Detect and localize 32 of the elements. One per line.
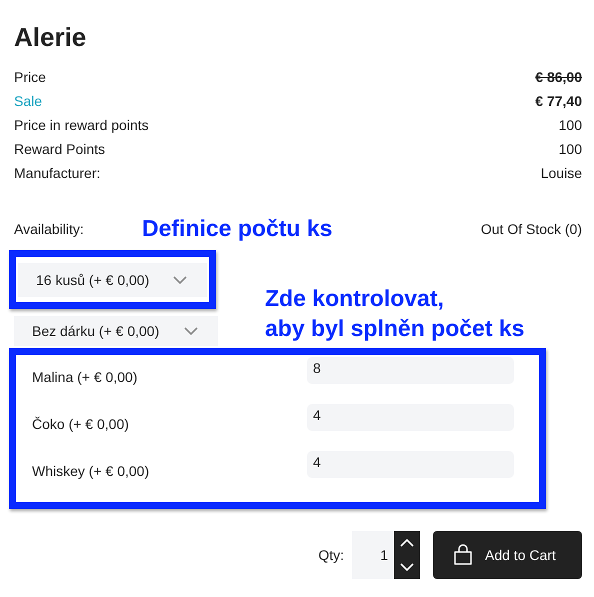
availability-label: Availability: [14, 221, 84, 237]
chevron-down-icon [400, 563, 414, 571]
annotation-text: Definice počtu ks [142, 214, 332, 243]
detail-label: Price in reward points [14, 117, 149, 133]
dropdown[interactable]: Bez dárku (+ € 0,00) [14, 316, 218, 346]
chevron-down-icon [184, 327, 198, 335]
chevron-up-icon [400, 539, 414, 547]
annotation-text: Zde kontrolovat, aby byl splněn počet ks [265, 284, 524, 343]
detail-label: Price [14, 69, 46, 85]
add-to-cart-button[interactable]: Add to Cart [433, 531, 582, 579]
detail-value: 100 [558, 117, 582, 133]
quantity-field[interactable]: 8 [307, 357, 514, 384]
detail-value: Louise [540, 165, 582, 181]
bag-icon [453, 544, 473, 566]
detail-label: Reward Points [14, 141, 106, 157]
detail-value: € 86,00 [535, 69, 582, 85]
chevron-down-icon [173, 276, 187, 284]
qty-stepper[interactable] [394, 531, 420, 579]
detail-label: Sale [14, 93, 42, 109]
availability-value: Out Of Stock (0) [480, 221, 582, 237]
detail-label: Manufacturer: [14, 165, 100, 181]
qty-label: Qty: [318, 547, 344, 563]
quantity-field[interactable]: 4 [307, 451, 514, 478]
option-label: Malina (+ € 0,00) [32, 369, 138, 385]
option-label: Čoko (+ € 0,00) [32, 416, 129, 432]
option-label: Whiskey (+ € 0,00) [32, 463, 150, 479]
quantity-field[interactable]: 4 [307, 404, 514, 431]
dropdown[interactable]: 16 kusů (+ € 0,00) [18, 263, 207, 297]
product-title: Alerie [14, 22, 88, 53]
qty-field[interactable]: 1 [352, 531, 394, 579]
detail-value: € 77,40 [535, 93, 582, 109]
detail-value: 100 [558, 141, 582, 157]
